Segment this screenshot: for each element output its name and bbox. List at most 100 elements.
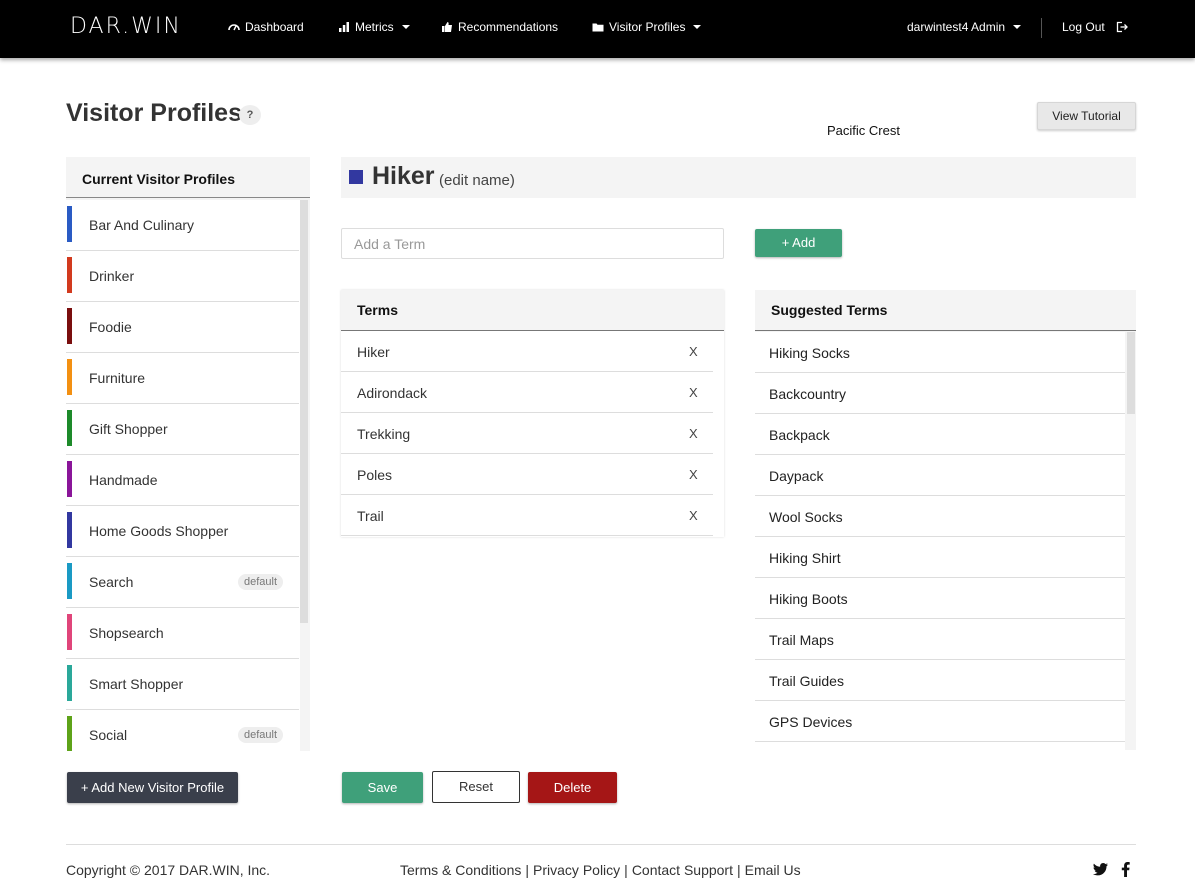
- footer-divider: [66, 844, 1136, 845]
- profile-list-item[interactable]: Smart Shopper: [66, 659, 299, 710]
- terms-conditions-link[interactable]: Terms & Conditions: [400, 862, 521, 878]
- profile-color-bar: [67, 308, 72, 344]
- suggested-term-item[interactable]: GPS Devices: [755, 701, 1125, 742]
- suggested-terms-header: Suggested Terms: [755, 290, 1136, 331]
- profile-list-item[interactable]: Search default: [66, 557, 299, 608]
- term-row: Trail X: [341, 495, 713, 536]
- remove-term-button[interactable]: X: [689, 385, 698, 400]
- copyright-text: Copyright © 2017 DAR.WIN, Inc.: [66, 862, 271, 878]
- chevron-down-icon: [693, 25, 702, 29]
- gauge-icon: [228, 24, 240, 31]
- brand-logo[interactable]: DAR.WIN: [70, 14, 182, 39]
- profile-color-bar: [67, 614, 72, 650]
- suggested-terms-scrollbar[interactable]: [1127, 332, 1135, 414]
- nav-visitor-profiles-label: Visitor Profiles: [609, 20, 686, 34]
- term-row: Hiker X: [341, 331, 713, 372]
- profile-list-item[interactable]: Gift Shopper: [66, 404, 299, 455]
- view-tutorial-button[interactable]: View Tutorial: [1037, 102, 1136, 130]
- profile-name-label: Gift Shopper: [89, 421, 168, 437]
- suggested-term-item[interactable]: Trail Guides: [755, 660, 1125, 701]
- term-label: Adirondack: [357, 385, 428, 401]
- profile-name-label: Search: [89, 574, 134, 590]
- term-label: Hiker: [357, 344, 390, 360]
- default-badge: default: [237, 727, 283, 743]
- terms-header: Terms: [341, 290, 724, 331]
- contact-support-link[interactable]: Contact Support: [632, 862, 733, 878]
- term-label: Trekking: [357, 426, 411, 442]
- page-title: Visitor Profiles: [66, 99, 242, 127]
- profile-list-item[interactable]: Home Goods Shopper: [66, 506, 299, 557]
- nav-metrics-label: Metrics: [355, 20, 394, 34]
- logout-link[interactable]: Log Out: [1062, 20, 1128, 34]
- profile-color-bar: [67, 665, 72, 701]
- profile-list-item[interactable]: Handmade: [66, 455, 299, 506]
- user-menu-label: darwintest4 Admin: [907, 20, 1006, 34]
- nav-metrics[interactable]: Metrics: [338, 20, 410, 34]
- email-us-link[interactable]: Email Us: [745, 862, 801, 878]
- profile-list-item[interactable]: Drinker: [66, 251, 299, 302]
- bar-chart-icon: [339, 22, 349, 32]
- profile-color-bar: [67, 206, 72, 242]
- nav-recommendations[interactable]: Recommendations: [441, 20, 558, 34]
- remove-term-button[interactable]: X: [689, 508, 698, 523]
- term-row: Trekking X: [341, 413, 713, 454]
- profile-name-label: Bar And Culinary: [89, 217, 195, 233]
- suggested-term-item[interactable]: Hiking Socks: [755, 332, 1125, 373]
- profile-list-item[interactable]: Shopsearch: [66, 608, 299, 659]
- profile-color-bar: [67, 410, 72, 446]
- facebook-icon[interactable]: [1121, 862, 1130, 877]
- suggested-term-item[interactable]: Trail Maps: [755, 619, 1125, 660]
- suggested-term-item[interactable]: Backpack: [755, 414, 1125, 455]
- logout-label: Log Out: [1062, 20, 1105, 34]
- suggested-term-item[interactable]: Hiking Shirt: [755, 537, 1125, 578]
- term-row: Poles X: [341, 454, 713, 495]
- profile-name-label: Drinker: [89, 268, 135, 284]
- suggested-term-item[interactable]: Backcountry: [755, 373, 1125, 414]
- thumbs-up-icon: [442, 22, 452, 32]
- help-icon[interactable]: ?: [239, 105, 261, 125]
- user-menu[interactable]: darwintest4 Admin: [907, 20, 1022, 34]
- profile-color-bar: [67, 461, 72, 497]
- remove-term-button[interactable]: X: [689, 467, 698, 482]
- profile-list-item[interactable]: Furniture: [66, 353, 299, 404]
- suggested-term-item[interactable]: Hiking Boots: [755, 578, 1125, 619]
- sign-out-icon: [1116, 21, 1128, 33]
- add-visitor-profile-button[interactable]: + Add New Visitor Profile: [67, 772, 238, 803]
- profile-name: Hiker: [372, 162, 435, 190]
- profile-name-label: Home Goods Shopper: [89, 523, 229, 539]
- profile-name-label: Social: [89, 727, 128, 743]
- profile-name-label: Handmade: [89, 472, 158, 488]
- profile-name-label: Furniture: [89, 370, 146, 386]
- nav-divider: [1041, 18, 1042, 38]
- profile-color-swatch[interactable]: [349, 170, 363, 184]
- nav-dashboard-label: Dashboard: [245, 20, 304, 34]
- profiles-panel: Current Visitor Profiles Bar And Culinar…: [66, 157, 310, 751]
- profile-name-label: Shopsearch: [89, 625, 164, 641]
- add-term-button[interactable]: + Add: [755, 229, 842, 257]
- chevron-down-icon: [401, 25, 410, 29]
- add-term-input[interactable]: [341, 228, 724, 259]
- profile-list-item[interactable]: Bar And Culinary: [66, 200, 299, 251]
- profile-list-item[interactable]: Foodie: [66, 302, 299, 353]
- profiles-scrollbar[interactable]: [300, 200, 308, 623]
- top-navbar: DAR.WIN Dashboard Metrics Recommendation…: [0, 0, 1195, 58]
- default-badge: default: [237, 574, 283, 590]
- remove-term-button[interactable]: X: [689, 426, 698, 441]
- profile-color-bar: [67, 359, 72, 395]
- profile-list-item[interactable]: Social default: [66, 710, 299, 751]
- save-button[interactable]: Save: [342, 772, 423, 803]
- remove-term-button[interactable]: X: [689, 344, 698, 359]
- nav-visitor-profiles[interactable]: Visitor Profiles: [592, 20, 702, 34]
- twitter-icon[interactable]: [1093, 863, 1108, 876]
- delete-button[interactable]: Delete: [528, 772, 617, 803]
- suggested-term-item[interactable]: Daypack: [755, 455, 1125, 496]
- profile-editor-header: Hiker (edit name): [341, 157, 1136, 198]
- profile-color-bar: [67, 563, 72, 599]
- chevron-down-icon: [1013, 25, 1022, 29]
- reset-button[interactable]: Reset: [432, 771, 520, 803]
- nav-recommendations-label: Recommendations: [458, 20, 559, 34]
- privacy-policy-link[interactable]: Privacy Policy: [533, 862, 620, 878]
- edit-name-link[interactable]: (edit name): [439, 172, 515, 189]
- suggested-term-item[interactable]: Wool Socks: [755, 496, 1125, 537]
- nav-dashboard[interactable]: Dashboard: [228, 20, 304, 34]
